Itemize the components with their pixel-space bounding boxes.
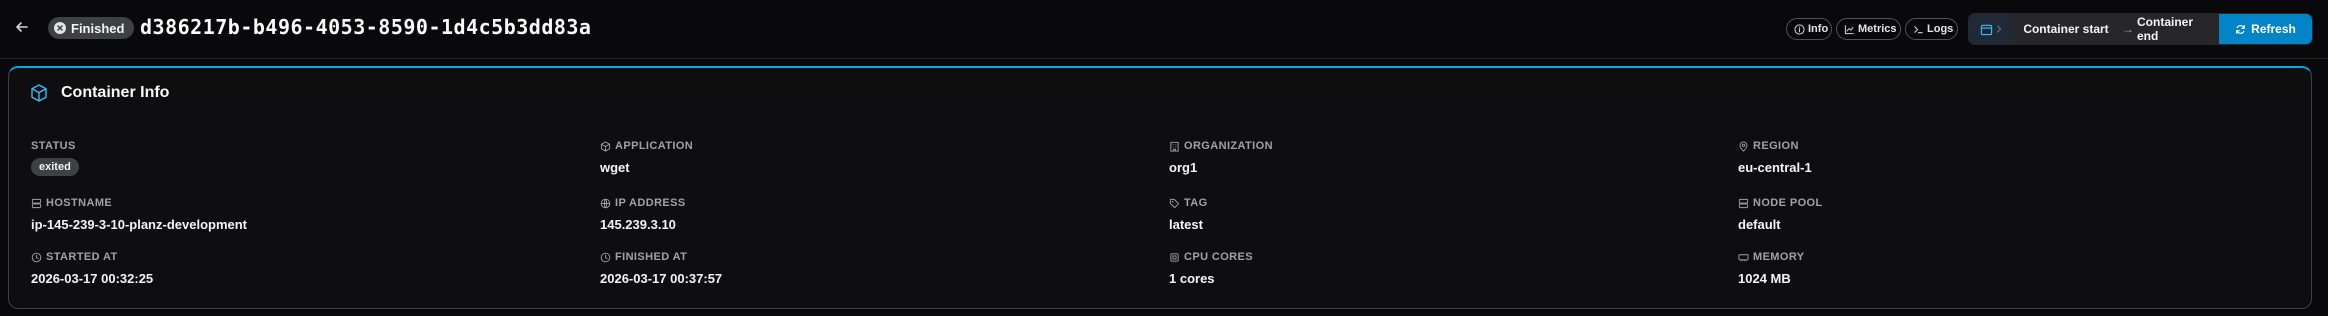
package-icon: [600, 140, 611, 152]
range-end-button[interactable]: Container end: [2137, 14, 2219, 44]
field-application: APPLICATION wget: [600, 139, 693, 175]
field-label: TAG: [1184, 197, 1208, 209]
field-value: 2026-03-17 00:32:25: [31, 271, 154, 286]
refresh-icon: [2235, 24, 2246, 35]
field-value: default: [1738, 217, 1781, 232]
memory-icon: [1738, 252, 1749, 263]
status-badge: Finished: [48, 17, 135, 39]
card-header: Container Info: [29, 83, 169, 103]
field-label: FINISHED AT: [615, 251, 688, 263]
x-circle-icon: [54, 22, 66, 34]
info-icon: [1794, 23, 1805, 35]
field-label: APPLICATION: [615, 140, 694, 152]
metrics-button[interactable]: Metrics: [1836, 18, 1901, 40]
field-label: CPU CORES: [1184, 251, 1253, 263]
field-status: STATUS exited: [31, 139, 79, 176]
time-range-control: Container start → Container end Refresh: [1968, 13, 2313, 45]
field-label: IP ADDRESS: [615, 197, 686, 209]
field-label: STARTED AT: [46, 251, 118, 263]
cpu-icon: [1169, 252, 1180, 263]
field-value: 1024 MB: [1738, 271, 1791, 286]
globe-icon: [600, 198, 611, 209]
chevron-right-icon: [1995, 24, 2003, 34]
field-organization: ORGANIZATION org1: [1169, 139, 1273, 175]
range-start-button[interactable]: Container start: [2013, 14, 2119, 44]
field-value: ip-145-239-3-10-planz-development: [31, 217, 248, 232]
refresh-button[interactable]: Refresh: [2219, 14, 2312, 44]
field-cpu-cores: CPU CORES 1 cores: [1169, 250, 1253, 286]
arrow-left-icon: [14, 19, 30, 35]
info-button-label: Info: [1808, 23, 1829, 35]
field-value: 2026-03-17 00:37:57: [600, 271, 723, 286]
box-icon: [29, 83, 49, 103]
field-value: 145.239.3.10: [600, 217, 676, 232]
field-ip-address: IP ADDRESS 145.239.3.10: [600, 196, 686, 232]
container-info-card: Container Info STATUS exited APPLICATION…: [8, 66, 2312, 309]
server-icon: [1738, 198, 1749, 209]
field-value: org1: [1169, 160, 1198, 175]
chart-line-icon: [1844, 24, 1855, 35]
card-title: Container Info: [61, 84, 170, 101]
field-label: ORGANIZATION: [1184, 140, 1273, 152]
field-started-at: STARTED AT 2026-03-17 00:32:25: [31, 250, 153, 286]
field-value: 1 cores: [1169, 271, 1215, 286]
status-value-badge: exited: [31, 158, 79, 176]
field-value: eu-central-1: [1738, 160, 1812, 175]
map-pin-icon: [1738, 140, 1749, 152]
refresh-label: Refresh: [2251, 22, 2296, 36]
logs-button-label: Logs: [1927, 23, 1954, 35]
logs-button[interactable]: Logs: [1905, 18, 1958, 40]
metrics-button-label: Metrics: [1858, 23, 1897, 35]
clock-icon: [600, 252, 611, 263]
status-label: Finished: [71, 20, 125, 36]
calendar-button[interactable]: [1969, 14, 2013, 44]
arrow-right-icon: →: [2119, 14, 2137, 44]
field-value: wget: [600, 160, 630, 175]
page-header: Finished d386217b-b496-4053-8590-1d4c5b3…: [0, 0, 2328, 59]
page-title: d386217b-b496-4053-8590-1d4c5b3dd83a: [140, 15, 592, 39]
field-finished-at: FINISHED AT 2026-03-17 00:37:57: [600, 250, 722, 286]
field-label: HOSTNAME: [46, 197, 113, 209]
tag-icon: [1169, 198, 1180, 209]
field-node-pool: NODE POOL default: [1738, 196, 1823, 232]
field-label: REGION: [1753, 140, 1799, 152]
field-region: REGION eu-central-1: [1738, 139, 1812, 175]
field-value: latest: [1169, 217, 1203, 232]
field-label: STATUS: [31, 140, 76, 152]
back-button[interactable]: [10, 15, 34, 39]
field-label: MEMORY: [1753, 251, 1805, 263]
building-icon: [1169, 141, 1180, 152]
clock-icon: [31, 252, 42, 263]
field-tag: TAG latest: [1169, 196, 1208, 232]
terminal-icon: [1913, 24, 1924, 35]
field-memory: MEMORY 1024 MB: [1738, 250, 1805, 286]
calendar-icon: [1980, 23, 1993, 36]
server-icon: [31, 198, 42, 209]
field-label: NODE POOL: [1753, 197, 1823, 209]
field-hostname: HOSTNAME ip-145-239-3-10-planz-developme…: [31, 196, 247, 232]
info-button[interactable]: Info: [1786, 18, 1832, 40]
